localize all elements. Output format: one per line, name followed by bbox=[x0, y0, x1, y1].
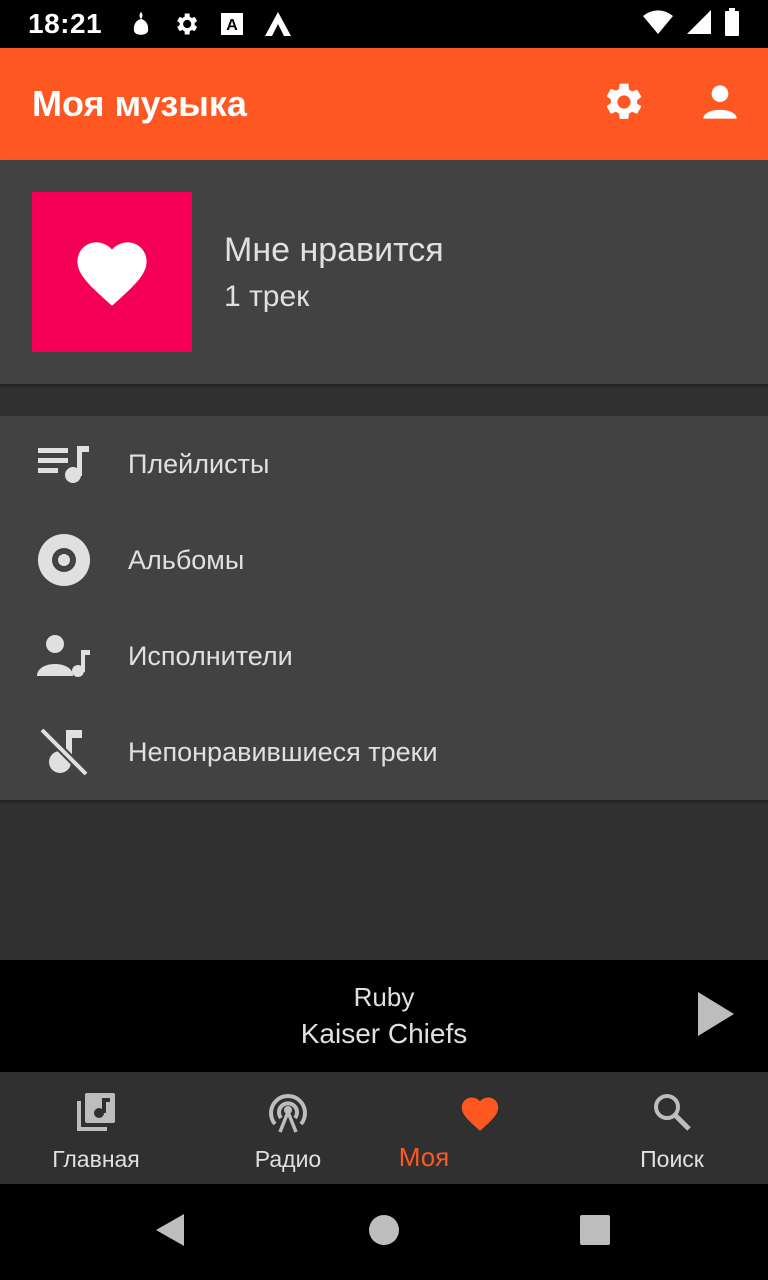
heart-icon bbox=[458, 1090, 502, 1134]
nav-item-home[interactable]: Главная bbox=[32, 1072, 160, 1184]
library-music-icon bbox=[75, 1090, 117, 1134]
app-bar-actions bbox=[576, 56, 768, 152]
liked-count: 1 трек bbox=[224, 279, 310, 313]
back-icon bbox=[154, 1212, 186, 1253]
nav-label: Радио bbox=[254, 1146, 322, 1172]
menu-item-label: Исполнители bbox=[128, 640, 293, 671]
recents-icon bbox=[580, 1214, 610, 1250]
menu-item-albums[interactable]: Альбомы bbox=[0, 512, 768, 608]
menu-item-artists[interactable]: Исполнители bbox=[0, 608, 768, 704]
nav-label: Поиск bbox=[640, 1146, 704, 1172]
liked-text: Мне нравится 1 трек bbox=[224, 231, 444, 314]
artist-icon bbox=[0, 608, 128, 704]
arch-icon bbox=[264, 11, 292, 37]
system-icons bbox=[642, 7, 740, 41]
cat-icon bbox=[130, 10, 152, 38]
liked-title: Мне нравится bbox=[224, 230, 444, 269]
play-button[interactable] bbox=[688, 988, 744, 1044]
music-off-icon bbox=[0, 704, 128, 800]
nav-item-search[interactable]: Поиск bbox=[608, 1072, 736, 1184]
library-menu: Плейлисты Альбомы Исполнители Непонравив… bbox=[0, 416, 768, 800]
status-time: 18:21 bbox=[28, 8, 103, 39]
gear-icon bbox=[602, 80, 646, 129]
battery-icon bbox=[724, 7, 740, 41]
play-icon bbox=[696, 990, 736, 1043]
nav-item-my[interactable]: Моя bbox=[384, 1072, 576, 1184]
menu-item-disliked[interactable]: Непонравившиеся треки bbox=[0, 704, 768, 800]
account-icon bbox=[700, 82, 740, 127]
liked-cover bbox=[32, 192, 192, 352]
a-icon: A bbox=[220, 12, 244, 36]
menu-item-playlists[interactable]: Плейлисты bbox=[0, 416, 768, 512]
settings-button[interactable] bbox=[576, 56, 672, 152]
mini-player[interactable]: Ruby Kaiser Chiefs bbox=[0, 960, 768, 1072]
account-button[interactable] bbox=[672, 56, 768, 152]
menu-item-label: Плейлисты bbox=[128, 448, 270, 479]
system-navigation bbox=[0, 1184, 768, 1280]
radio-tower-icon bbox=[266, 1090, 310, 1134]
page-title: Моя музыка bbox=[32, 83, 247, 124]
nav-item-radio[interactable]: Радио bbox=[224, 1072, 352, 1184]
app-bar: Моя музыка bbox=[0, 48, 768, 160]
search-icon bbox=[652, 1090, 692, 1134]
liked-tracks-card[interactable]: Мне нравится 1 трек bbox=[0, 160, 768, 384]
gear-icon bbox=[172, 10, 200, 38]
home-icon bbox=[368, 1214, 400, 1251]
heart-icon bbox=[70, 232, 154, 313]
album-icon bbox=[0, 512, 128, 608]
nav-label: Моя bbox=[398, 1142, 450, 1172]
notification-icons: A bbox=[130, 10, 292, 38]
player-track-title: Ruby bbox=[353, 982, 415, 1012]
svg-text:A: A bbox=[226, 17, 238, 34]
status-bar: 18:21 A bbox=[0, 0, 768, 48]
bottom-navigation: Главная Радио Моя Поиск bbox=[0, 1072, 768, 1184]
back-button[interactable] bbox=[138, 1200, 202, 1264]
home-button[interactable] bbox=[352, 1200, 416, 1264]
nav-label: Главная bbox=[52, 1146, 140, 1172]
playlist-icon bbox=[0, 416, 128, 512]
player-artist: Kaiser Chiefs bbox=[300, 1018, 468, 1049]
menu-item-label: Непонравившиеся треки bbox=[128, 736, 438, 767]
recents-button[interactable] bbox=[563, 1200, 627, 1264]
menu-item-label: Альбомы bbox=[128, 544, 245, 575]
wifi-icon bbox=[642, 9, 674, 40]
signal-icon bbox=[686, 9, 712, 40]
